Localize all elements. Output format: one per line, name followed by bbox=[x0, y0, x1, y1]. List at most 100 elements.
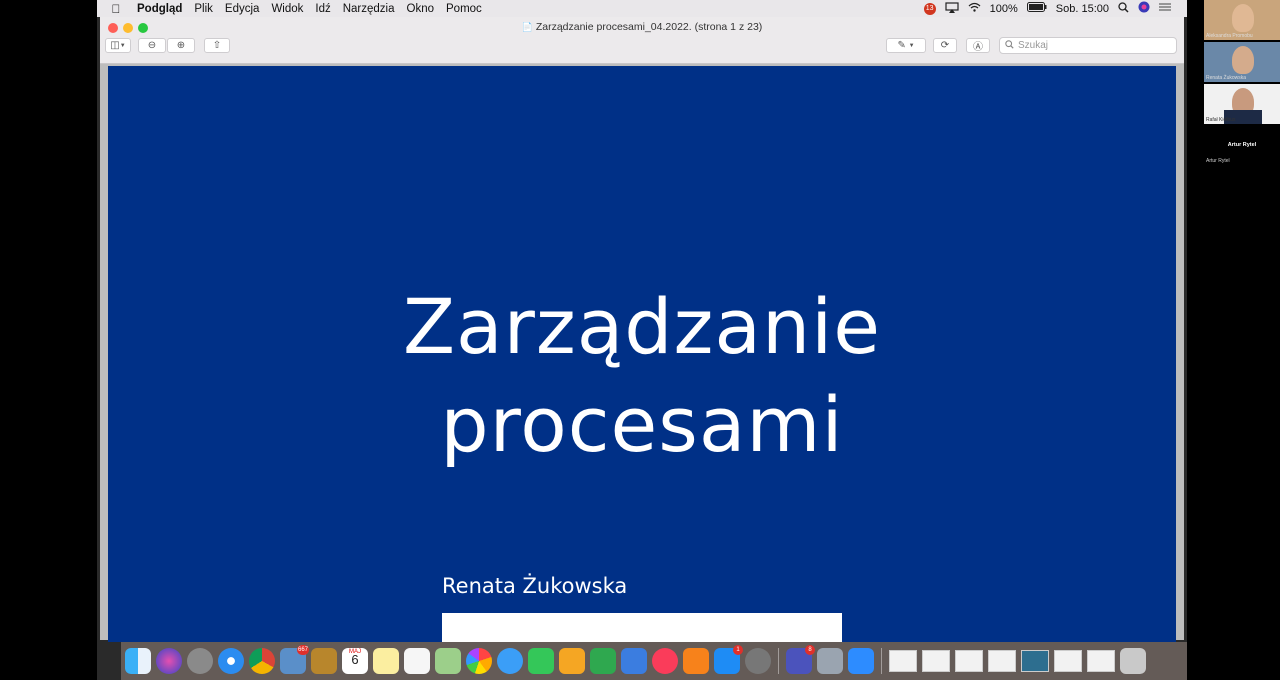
menu-pomoc[interactable]: Pomoc bbox=[440, 3, 488, 15]
participant-name: Aleksandra Promobu bbox=[1206, 33, 1253, 39]
minimized-window-thumb[interactable] bbox=[922, 650, 950, 672]
slide-white-box bbox=[442, 613, 842, 642]
participant-tile[interactable]: Rafał Kiełbus bbox=[1204, 84, 1280, 124]
dock-separator bbox=[881, 648, 882, 674]
minimized-window-thumb[interactable] bbox=[889, 650, 917, 672]
pages-icon[interactable] bbox=[559, 648, 585, 674]
participant-name: Artur Rytel bbox=[1206, 158, 1230, 164]
slide-title-line2: procesami bbox=[440, 380, 844, 469]
minimized-window-thumb[interactable] bbox=[1087, 650, 1115, 672]
apple-icon[interactable]:  bbox=[103, 2, 129, 16]
slide-author: Renata Żukowska bbox=[442, 574, 628, 598]
share-icon: ⇧ bbox=[212, 40, 222, 51]
participant-tile[interactable]: Artur Rytel Artur Rytel bbox=[1204, 126, 1280, 166]
safari-icon[interactable] bbox=[218, 648, 244, 674]
menu-widok[interactable]: Widok bbox=[265, 3, 309, 15]
participant-name: Renata Żukowska bbox=[1206, 75, 1247, 81]
minimized-window-thumb[interactable] bbox=[1021, 650, 1049, 672]
facetime-icon[interactable] bbox=[528, 648, 554, 674]
menu-edycja[interactable]: Edycja bbox=[219, 3, 266, 15]
photos-icon[interactable] bbox=[466, 648, 492, 674]
pen-icon: ✎ bbox=[897, 40, 906, 51]
menu-plik[interactable]: Plik bbox=[188, 3, 219, 15]
minimized-window-thumb[interactable] bbox=[988, 650, 1016, 672]
mac-menubar:  Podgląd Plik Edycja Widok Idź Narzędzi… bbox=[97, 0, 1187, 17]
minimized-window-thumb[interactable] bbox=[955, 650, 983, 672]
sidebar-toggle-button[interactable]: ◫ ▼ bbox=[105, 38, 131, 53]
participant-label: Artur Rytel bbox=[1227, 142, 1257, 148]
maps-icon[interactable] bbox=[435, 648, 461, 674]
annotate-button[interactable]: Ⓐ bbox=[966, 38, 990, 53]
siri-icon[interactable] bbox=[156, 648, 182, 674]
notes-icon[interactable] bbox=[373, 648, 399, 674]
system-preferences-icon[interactable] bbox=[745, 648, 771, 674]
chevron-down-icon: ▼ bbox=[119, 42, 126, 49]
zoom-out-button[interactable]: ⊖ bbox=[138, 38, 166, 53]
menubar-status-area: 13 100% Sob. 15:00 bbox=[923, 1, 1187, 16]
sidebar-icon: ◫ bbox=[110, 40, 120, 51]
annotate-icon: Ⓐ bbox=[973, 42, 983, 53]
keynote-icon[interactable] bbox=[621, 648, 647, 674]
calendar-icon[interactable]: MAJ 6 bbox=[342, 648, 368, 674]
rotate-icon: ⟳ bbox=[940, 40, 950, 51]
airplay-icon[interactable] bbox=[945, 1, 959, 16]
slide-title-line1: Zarządzanie bbox=[402, 282, 882, 371]
window-titlebar: 📄 Zarządzanie procesami_04.2022. (strona… bbox=[100, 17, 1184, 64]
notification-icon[interactable]: 13 bbox=[923, 2, 936, 15]
search-placeholder: Szukaj bbox=[1018, 40, 1049, 51]
mac-dock: 667 MAJ 6 1 8 bbox=[121, 642, 1187, 680]
participant-video bbox=[1232, 46, 1254, 74]
clock[interactable]: Sob. 15:00 bbox=[1056, 3, 1109, 15]
search-icon bbox=[1005, 39, 1014, 52]
participant-name: Rafał Kiełbus bbox=[1206, 117, 1236, 123]
menu-okno[interactable]: Okno bbox=[401, 3, 441, 15]
teams-icon[interactable]: 8 bbox=[786, 645, 815, 674]
books-icon[interactable] bbox=[683, 648, 709, 674]
zoom-out-icon: ⊖ bbox=[147, 40, 157, 51]
app-store-icon[interactable]: 1 bbox=[714, 645, 743, 674]
messages-icon[interactable] bbox=[497, 648, 523, 674]
wifi-icon[interactable] bbox=[968, 2, 981, 15]
share-button[interactable]: ⇧ bbox=[204, 38, 230, 53]
markup-button[interactable]: ✎ ▼ bbox=[886, 38, 926, 53]
trash-icon[interactable] bbox=[1120, 648, 1146, 674]
preview-icon[interactable] bbox=[817, 648, 843, 674]
spotlight-search-icon[interactable] bbox=[1118, 1, 1129, 16]
chevron-down-icon: ▼ bbox=[908, 42, 915, 49]
participant-video bbox=[1232, 4, 1254, 32]
video-participants-panel: Aleksandra Promobu Renata Żukowska Rafał… bbox=[1204, 0, 1280, 170]
control-center-icon[interactable] bbox=[1159, 2, 1171, 15]
search-input[interactable]: Szukaj bbox=[999, 37, 1177, 54]
participant-tile[interactable]: Aleksandra Promobu bbox=[1204, 0, 1280, 40]
battery-icon[interactable] bbox=[1026, 2, 1047, 15]
dock-separator bbox=[778, 648, 779, 674]
menu-app-name[interactable]: Podgląd bbox=[129, 3, 188, 15]
mail-badge: 667 bbox=[296, 645, 309, 655]
screen-share:  Podgląd Plik Edycja Widok Idź Narzędzi… bbox=[97, 0, 1187, 680]
teams-badge: 8 bbox=[805, 645, 815, 655]
slide-title: Zarządzanie procesami bbox=[108, 278, 1176, 474]
participant-tile[interactable]: Renata Żukowska bbox=[1204, 42, 1280, 82]
music-icon[interactable] bbox=[652, 648, 678, 674]
menu-idz[interactable]: Idź bbox=[309, 3, 336, 15]
launchpad-icon[interactable] bbox=[187, 648, 213, 674]
zoom-in-icon: ⊕ bbox=[176, 40, 186, 51]
zoom-in-button[interactable]: ⊕ bbox=[167, 38, 195, 53]
minimized-window-thumb[interactable] bbox=[1054, 650, 1082, 672]
window-title-text: Zarządzanie procesami_04.2022. (strona 1… bbox=[535, 21, 763, 33]
document-icon: 📄 bbox=[521, 22, 533, 32]
siri-icon[interactable] bbox=[1138, 1, 1150, 16]
numbers-icon[interactable] bbox=[590, 648, 616, 674]
chrome-icon[interactable] bbox=[249, 648, 275, 674]
appstore-badge: 1 bbox=[733, 645, 743, 655]
slide-page: Zarządzanie procesami Renata Żukowska bbox=[108, 66, 1176, 642]
mail-icon[interactable]: 667 bbox=[280, 645, 309, 674]
menu-narzedzia[interactable]: Narzędzia bbox=[337, 3, 401, 15]
finder-icon[interactable] bbox=[125, 648, 151, 674]
reminders-icon[interactable] bbox=[404, 648, 430, 674]
window-title: 📄 Zarządzanie procesami_04.2022. (strona… bbox=[100, 21, 1184, 33]
zoom-icon[interactable] bbox=[848, 648, 874, 674]
contacts-icon[interactable] bbox=[311, 648, 337, 674]
document-viewer[interactable]: Zarządzanie procesami Renata Żukowska bbox=[100, 64, 1184, 642]
rotate-button[interactable]: ⟳ bbox=[933, 38, 957, 53]
